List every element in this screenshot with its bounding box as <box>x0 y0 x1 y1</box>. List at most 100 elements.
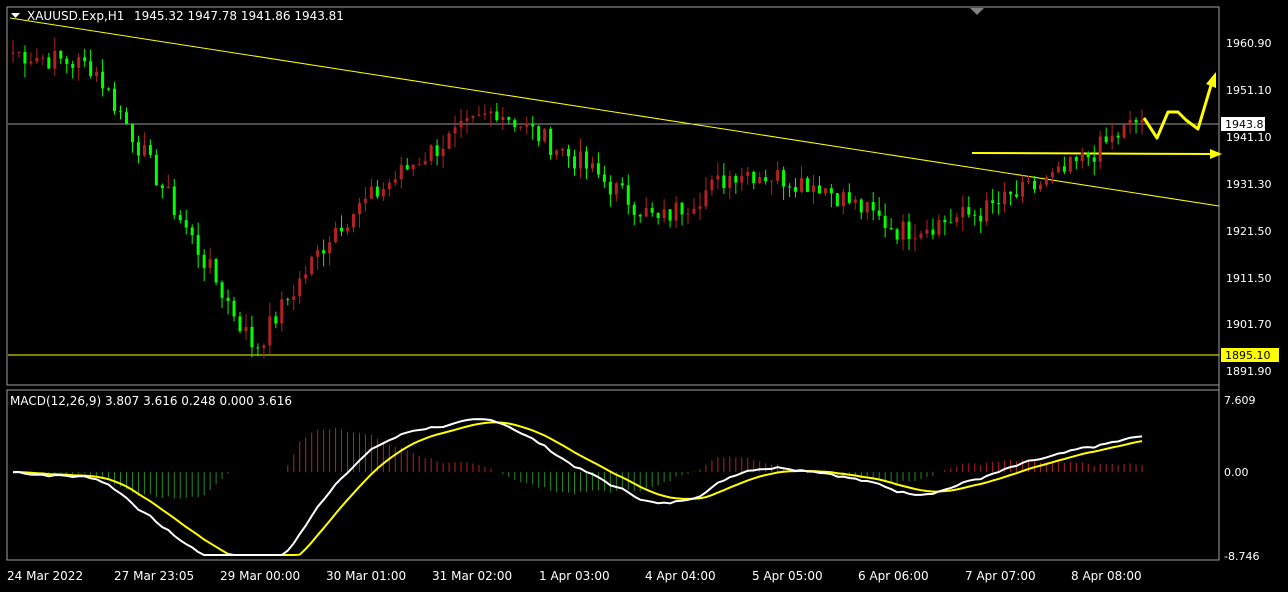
bear-candle[interactable] <box>101 71 105 89</box>
bear-candle[interactable] <box>632 204 636 215</box>
bull-candle[interactable] <box>441 148 445 156</box>
bear-candle[interactable] <box>782 170 786 187</box>
bull-candle[interactable] <box>477 114 481 116</box>
bear-candle[interactable] <box>65 58 69 64</box>
bull-candle[interactable] <box>746 171 750 176</box>
bear-candle[interactable] <box>160 185 164 189</box>
bull-candle[interactable] <box>1140 119 1144 123</box>
bull-candle[interactable] <box>716 175 720 180</box>
bear-candle[interactable] <box>871 202 875 211</box>
bear-candle[interactable] <box>172 186 176 216</box>
bear-candle[interactable] <box>943 219 947 223</box>
bull-candle[interactable] <box>166 186 170 189</box>
bear-candle[interactable] <box>1062 166 1066 172</box>
bear-candle[interactable] <box>907 221 911 240</box>
bear-candle[interactable] <box>107 88 111 90</box>
bear-candle[interactable] <box>1086 152 1090 158</box>
bear-candle[interactable] <box>608 181 612 195</box>
bear-candle[interactable] <box>238 316 242 332</box>
bear-candle[interactable] <box>549 128 553 156</box>
bear-candle[interactable] <box>250 326 254 348</box>
bear-candle[interactable] <box>889 228 893 230</box>
bull-candle[interactable] <box>423 161 427 165</box>
bull-candle[interactable] <box>1080 152 1084 162</box>
bull-candle[interactable] <box>77 57 81 68</box>
bear-candle[interactable] <box>817 185 821 194</box>
bull-candle[interactable] <box>937 219 941 235</box>
bear-candle[interactable] <box>835 193 839 207</box>
bear-candle[interactable] <box>47 57 51 69</box>
bear-candle[interactable] <box>1009 191 1013 195</box>
bear-candle[interactable] <box>59 50 63 59</box>
bull-candle[interactable] <box>310 256 314 275</box>
bull-candle[interactable] <box>662 209 666 219</box>
bear-candle[interactable] <box>1134 120 1138 123</box>
bull-candle[interactable] <box>11 52 15 54</box>
bear-candle[interactable] <box>979 215 983 222</box>
bull-candle[interactable] <box>728 175 732 189</box>
bear-candle[interactable] <box>764 177 768 182</box>
bull-candle[interactable] <box>823 188 827 194</box>
bull-candle[interactable] <box>919 233 923 238</box>
resistance-arrow-line[interactable] <box>971 152 1214 155</box>
bull-candle[interactable] <box>853 199 857 203</box>
bear-candle[interactable] <box>124 112 128 125</box>
bear-candle[interactable] <box>973 214 977 216</box>
bear-candle[interactable] <box>537 126 541 142</box>
bear-candle[interactable] <box>734 175 738 183</box>
bull-candle[interactable] <box>925 229 929 234</box>
bear-candle[interactable] <box>680 202 684 215</box>
bear-candle[interactable] <box>991 200 995 204</box>
bull-candle[interactable] <box>298 278 302 297</box>
bull-candle[interactable] <box>381 188 385 197</box>
bull-candle[interactable] <box>1027 181 1031 183</box>
bear-candle[interactable] <box>513 119 517 128</box>
bull-candle[interactable] <box>351 214 355 228</box>
bear-candle[interactable] <box>722 175 726 189</box>
bear-candle[interactable] <box>573 156 577 169</box>
bull-candle[interactable] <box>471 115 475 119</box>
bear-candle[interactable] <box>883 215 887 229</box>
bear-candle[interactable] <box>89 61 93 76</box>
bull-candle[interactable] <box>1098 136 1102 162</box>
bull-candle[interactable] <box>447 133 451 149</box>
bull-candle[interactable] <box>244 326 248 332</box>
bear-candle[interactable] <box>375 186 379 197</box>
bear-candle[interactable] <box>136 142 140 156</box>
bull-candle[interactable] <box>985 200 989 222</box>
bear-candle[interactable] <box>847 192 851 203</box>
bull-candle[interactable] <box>459 120 463 128</box>
bear-candle[interactable] <box>638 214 642 217</box>
chart-window[interactable]: XAUUSD.Exp,H1 1945.32 1947.78 1941.86 19… <box>0 0 1288 588</box>
bull-candle[interactable] <box>1122 124 1126 138</box>
bull-candle[interactable] <box>399 164 403 180</box>
bull-candle[interactable] <box>710 179 714 191</box>
bear-candle[interactable] <box>256 347 260 349</box>
bull-candle[interactable] <box>292 296 296 300</box>
bear-candle[interactable] <box>596 163 600 175</box>
bear-candle[interactable] <box>1104 136 1108 143</box>
bear-candle[interactable] <box>232 300 236 317</box>
bull-candle[interactable] <box>1050 172 1054 178</box>
bear-candle[interactable] <box>650 207 654 213</box>
bull-candle[interactable] <box>961 207 965 218</box>
bear-candle[interactable] <box>788 186 792 188</box>
bull-candle[interactable] <box>53 50 57 69</box>
bull-candle[interactable] <box>913 237 917 240</box>
bull-candle[interactable] <box>316 250 320 257</box>
bull-candle[interactable] <box>800 178 804 192</box>
bull-candle[interactable] <box>489 111 493 114</box>
bull-candle[interactable] <box>865 202 869 213</box>
bull-candle[interactable] <box>758 177 762 183</box>
bull-candle[interactable] <box>304 274 308 279</box>
bull-candle[interactable] <box>328 242 332 254</box>
bull-candle[interactable] <box>590 163 594 169</box>
bear-candle[interactable] <box>794 186 798 192</box>
bull-candle[interactable] <box>453 127 457 134</box>
bull-candle[interactable] <box>955 217 959 223</box>
bear-candle[interactable] <box>602 174 606 182</box>
bear-candle[interactable] <box>154 154 158 186</box>
bull-candle[interactable] <box>525 123 529 127</box>
bull-candle[interactable] <box>1044 177 1048 185</box>
bull-candle[interactable] <box>543 128 547 142</box>
